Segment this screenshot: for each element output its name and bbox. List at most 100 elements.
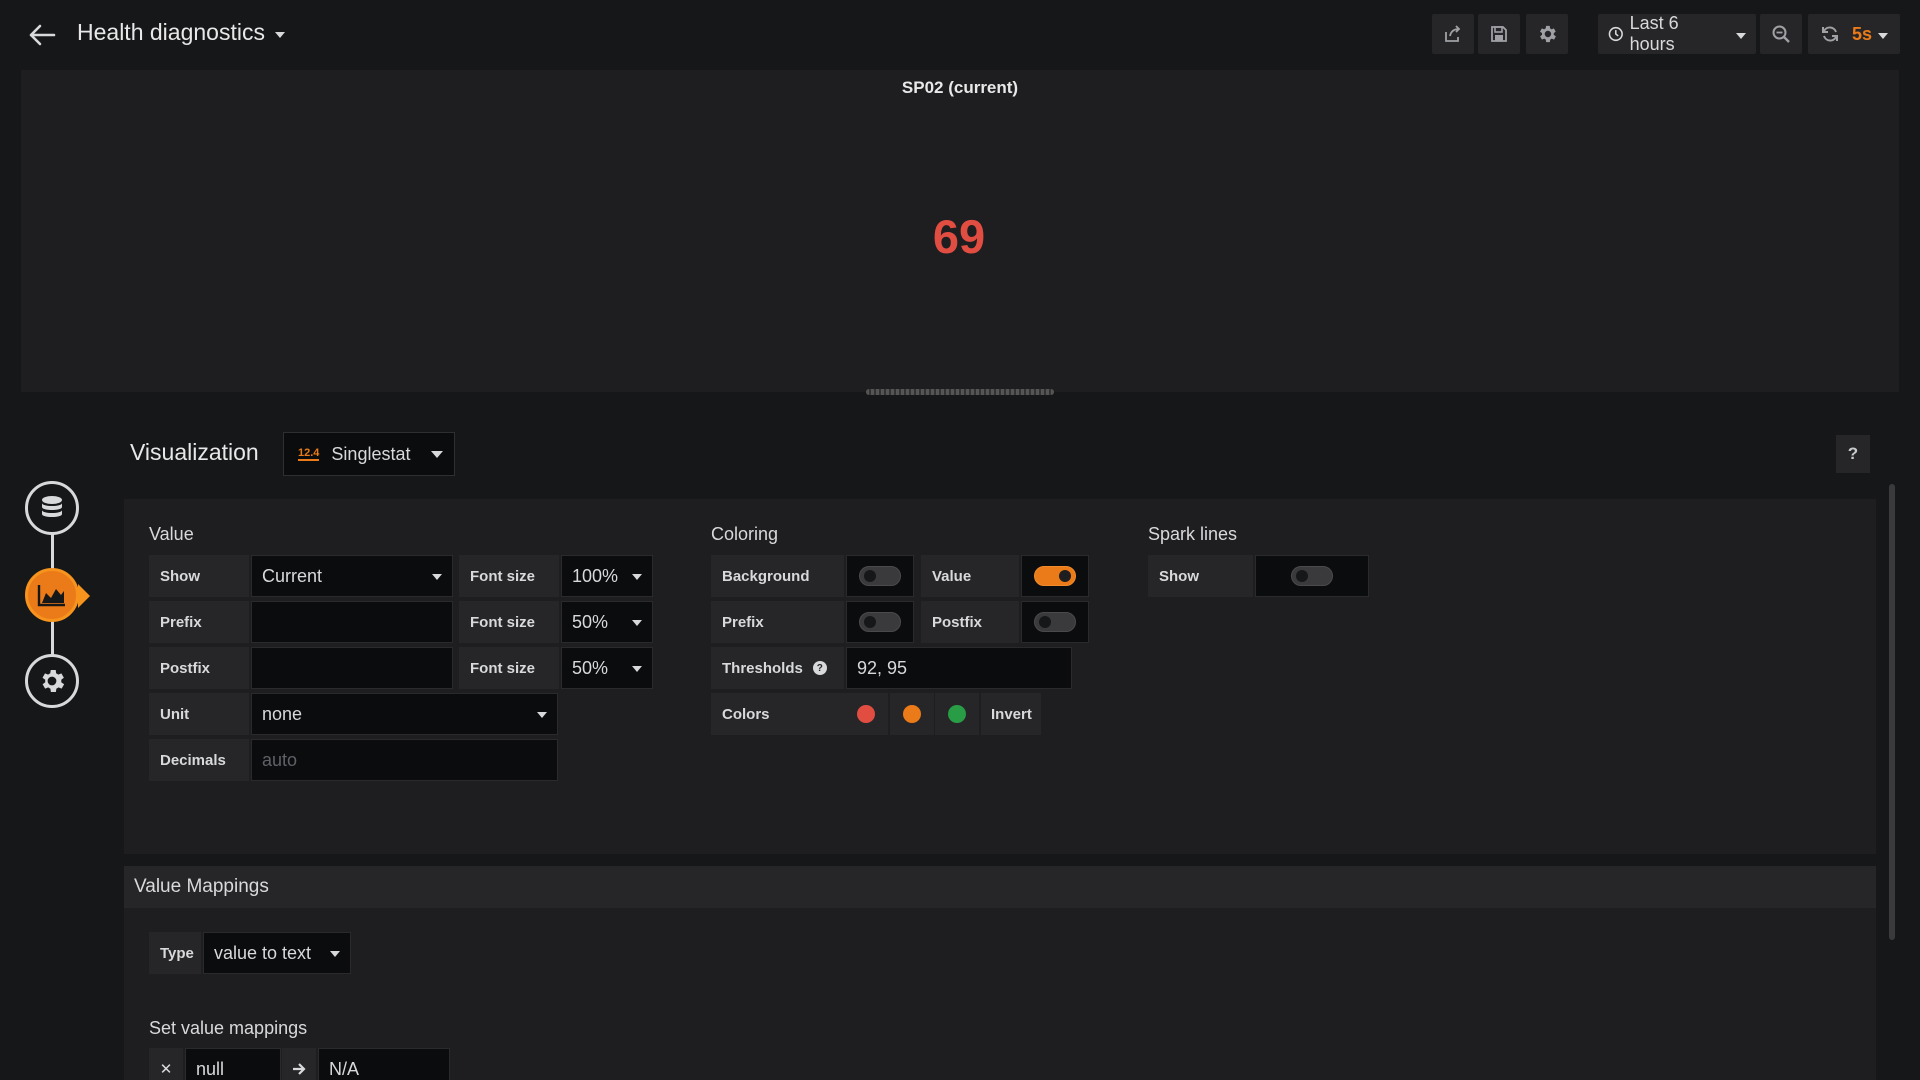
rail-active-pointer	[78, 584, 90, 608]
coloring-section-title: Coloring	[711, 524, 779, 544]
mapping-to-input[interactable]: N/A	[318, 1048, 450, 1080]
sparklines-show-switch	[1291, 566, 1333, 586]
font-size-label: Font size	[459, 555, 559, 597]
time-range-label: Last 6 hours	[1629, 13, 1679, 54]
postfix-font-size-label: Font size	[459, 647, 559, 689]
editor-scrollbar[interactable]	[1889, 484, 1895, 940]
set-value-mappings-title: Set value mappings	[149, 1018, 308, 1038]
background-label: Background	[711, 555, 844, 597]
prefix-label: Prefix	[149, 601, 249, 643]
chevron-down-icon	[632, 666, 642, 672]
arrow-right-icon	[293, 1063, 306, 1075]
value-section-title: Value	[149, 524, 194, 544]
color-swatch-1[interactable]	[844, 693, 888, 735]
background-toggle[interactable]	[846, 555, 914, 597]
postfix-color-label: Postfix	[921, 601, 1019, 643]
arrow-left-icon	[29, 24, 56, 46]
zoom-out-icon	[1772, 25, 1790, 43]
color-dot-orange	[903, 705, 921, 723]
share-icon	[1445, 25, 1461, 42]
back-button[interactable]	[24, 18, 60, 52]
color-swatch-2[interactable]	[890, 693, 934, 735]
thresholds-input[interactable]: 92, 95	[846, 647, 1072, 689]
postfix-font-size-value: 50%	[572, 657, 609, 678]
value-color-toggle[interactable]	[1021, 555, 1089, 597]
database-icon	[42, 496, 62, 517]
mapping-from-input[interactable]: null	[185, 1048, 281, 1080]
prefix-color-label: Prefix	[711, 601, 844, 643]
visualization-icon	[37, 585, 65, 607]
chevron-down-icon	[274, 31, 285, 38]
singlestat-icon: 12.4	[298, 447, 320, 461]
visualization-picker-label: Singlestat	[331, 443, 411, 464]
postfix-color-switch	[1034, 612, 1076, 632]
background-switch	[859, 566, 901, 586]
refresh-rate-label: 5s	[1851, 23, 1873, 44]
postfix-color-toggle[interactable]	[1021, 601, 1089, 643]
general-settings-icon	[42, 670, 65, 692]
chevron-down-icon	[632, 620, 642, 626]
value-mappings-header[interactable]: Value Mappings	[124, 866, 1876, 908]
mapping-type-label: Type	[149, 932, 201, 974]
chevron-down-icon	[632, 574, 642, 580]
unit-value: none	[262, 703, 303, 724]
show-select[interactable]: Current	[251, 555, 453, 597]
panel-title[interactable]: SP02 (current)	[21, 78, 1899, 98]
chevron-down-icon	[432, 574, 442, 580]
mapping-arrow	[282, 1048, 316, 1080]
dashboard-title[interactable]: Health diagnostics	[77, 19, 285, 46]
chevron-down-icon	[1736, 33, 1746, 39]
prefix-font-size-select[interactable]: 50%	[561, 601, 653, 643]
prefix-input[interactable]	[251, 601, 453, 643]
chevron-down-icon	[1878, 33, 1889, 39]
color-swatch-3[interactable]	[935, 693, 979, 735]
chevron-down-icon	[431, 451, 443, 458]
rail-general-button[interactable]	[25, 654, 79, 708]
dashboard-settings-button[interactable]	[1526, 14, 1568, 54]
panel-resize-handle[interactable]	[866, 389, 1054, 395]
thresholds-label-text: Thresholds	[722, 659, 803, 677]
question-circle-icon[interactable]: ?	[812, 661, 827, 675]
share-dashboard-button[interactable]	[1432, 14, 1474, 54]
invert-button[interactable]: Invert	[981, 693, 1041, 735]
sparklines-show-toggle[interactable]	[1255, 555, 1369, 597]
colors-label: Colors	[711, 693, 844, 735]
zoom-out-button[interactable]	[1760, 14, 1802, 54]
value-color-switch	[1034, 566, 1076, 586]
font-size-select[interactable]: 100%	[561, 555, 653, 597]
chevron-down-icon	[330, 951, 340, 957]
chevron-down-icon	[537, 712, 547, 718]
clock-icon	[1608, 26, 1623, 42]
remove-mapping-button[interactable]: ✕	[149, 1048, 183, 1080]
sparklines-section-title: Spark lines	[1148, 524, 1238, 544]
value-color-label: Value	[921, 555, 1019, 597]
dashboard-title-label: Health diagnostics	[77, 19, 265, 45]
color-dot-red	[857, 705, 875, 723]
thresholds-label: Thresholds ?	[711, 647, 844, 689]
save-dashboard-button[interactable]	[1478, 14, 1520, 54]
prefix-font-size-label: Font size	[459, 601, 559, 643]
visualization-picker[interactable]: 12.4 Singlestat	[283, 432, 455, 476]
mapping-type-select[interactable]: value to text	[203, 932, 351, 974]
font-size-value: 100%	[572, 565, 619, 586]
refresh-picker[interactable]: 5s	[1808, 14, 1900, 54]
unit-select[interactable]: none	[251, 693, 558, 735]
gear-icon	[1540, 25, 1556, 43]
prefix-font-size-value: 50%	[572, 611, 609, 632]
rail-queries-button[interactable]	[25, 481, 79, 535]
mapping-type-value: value to text	[214, 942, 312, 963]
close-icon: ✕	[159, 1061, 173, 1078]
top-navbar: Health diagnostics Last 6 hours 5s	[0, 0, 1920, 68]
time-range-picker[interactable]: Last 6 hours	[1598, 13, 1756, 54]
decimals-label: Decimals	[149, 739, 249, 781]
rail-visualization-button[interactable]	[25, 568, 79, 622]
unit-label: Unit	[149, 693, 249, 735]
help-button[interactable]: ?	[1836, 435, 1870, 473]
prefix-color-toggle[interactable]	[846, 601, 914, 643]
editor-title: Visualization	[130, 439, 259, 465]
postfix-input[interactable]	[251, 647, 453, 689]
postfix-font-size-select[interactable]: 50%	[561, 647, 653, 689]
decimals-input[interactable]: auto	[251, 739, 558, 781]
save-icon	[1491, 26, 1507, 42]
show-label: Show	[149, 555, 249, 597]
